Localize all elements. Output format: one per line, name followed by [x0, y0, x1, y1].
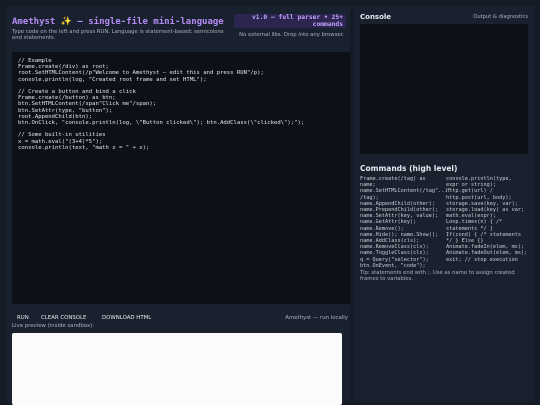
app-header: Amethyst ✨ — single-file mini-language T…	[6, 6, 350, 46]
app-title-name: Amethyst	[12, 17, 56, 27]
commands-left-column: Frame.create(/tag) as name; name.SetHTMLCo…	[360, 176, 451, 269]
command-entry: btn.OnEvent, "code");	[360, 262, 426, 269]
toolbar-note: Amethyst — run locally	[285, 315, 348, 321]
app-title: Amethyst ✨ — single-file mini-language	[12, 17, 224, 27]
header-note: No external libs. Drop into any browser.	[239, 32, 344, 38]
code-text[interactable]: // Example Frame.create(/div) as root; roo…	[18, 58, 344, 151]
code-line: console.println(text, "math x = " + x);	[18, 144, 150, 151]
code-line: btn.OnClick, "console.println(log, \"But…	[18, 120, 305, 127]
live-preview-sandbox[interactable]	[12, 333, 342, 405]
preview-label: Live preview (inside sandbox):	[12, 323, 95, 329]
download-html-button[interactable]: DOWNLOAD HTML	[97, 311, 156, 325]
right-column: Console Output & diagnostics Commands (h…	[354, 6, 534, 402]
app-title-rest: — single-file mini-language	[77, 17, 224, 27]
command-entry: exit; // stop execution	[446, 256, 518, 263]
console-note: Output & diagnostics	[473, 14, 528, 20]
version-badge: v1.0 — full parser • 25+ commands	[234, 14, 346, 28]
console-output[interactable]	[360, 24, 528, 154]
sparkle-icon: ✨	[60, 17, 72, 27]
commands-right-column: console.println(type, expr or string); htt…	[446, 176, 527, 263]
console-title: Console	[360, 13, 392, 21]
commands-tip: Tip: statements end with ;. Use as name …	[360, 270, 515, 283]
commands-title: Commands (high level)	[360, 164, 458, 173]
app-subtitle: Type code on the left and press RUN. Lan…	[12, 29, 224, 42]
command-entry: Animate.fadeOut(elem, ms);	[446, 250, 528, 257]
code-editor[interactable]: // Example Frame.create(/div) as root; roo…	[12, 52, 350, 304]
command-entry: name.SetHTMLContent(/tag"..."	[360, 188, 451, 195]
